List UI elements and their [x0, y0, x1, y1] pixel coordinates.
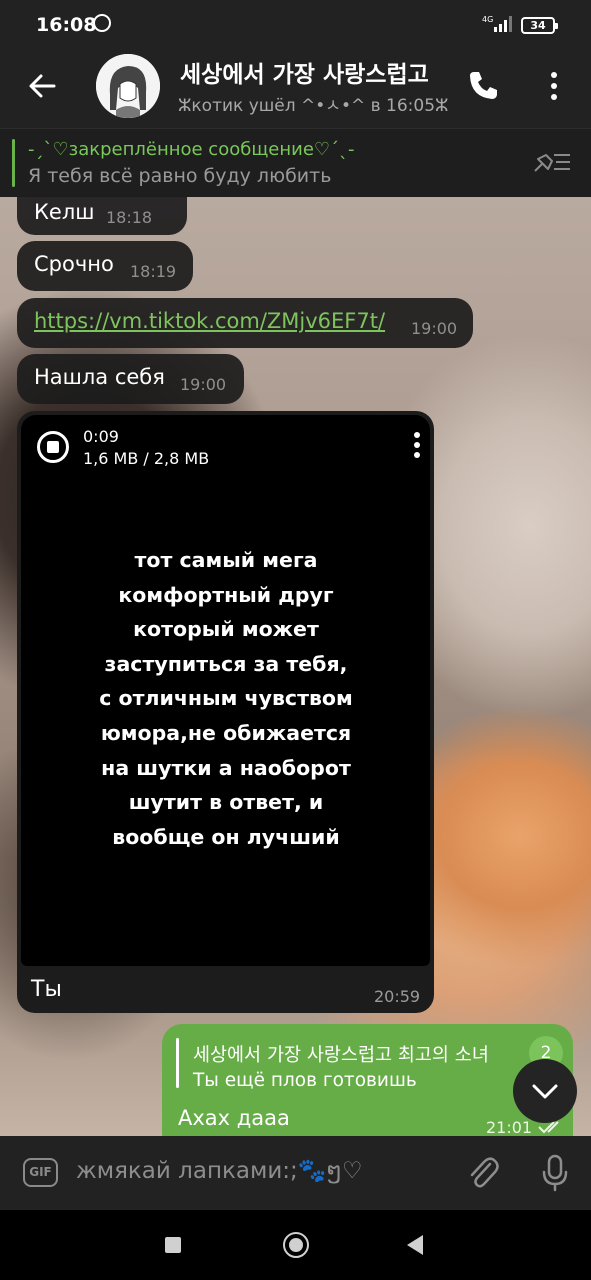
overlay-line: тот самый мега — [134, 548, 318, 572]
message-text: Срочно — [34, 252, 114, 276]
video-caption: Ты — [31, 977, 62, 1002]
message-bubble[interactable]: Нашла себя 19:00 — [17, 354, 244, 404]
message-time: 18:18 — [106, 208, 153, 227]
avatar-image — [96, 54, 160, 118]
microphone-icon[interactable] — [540, 1154, 570, 1192]
stop-icon[interactable] — [37, 431, 69, 463]
outgoing-message-bubble[interactable]: 세상에서 가장 사랑스럽고 최고의 소녀 Ты ещё плов готовиш… — [162, 1024, 573, 1154]
gif-emoji-button[interactable]: GIF — [23, 1158, 58, 1187]
pinned-message[interactable]: -ˏˋ♡закреплённое сообщение♡ˊˎ- Я тебя вс… — [0, 128, 591, 197]
more-vert-icon[interactable] — [542, 70, 566, 102]
chat-status: ⵣкотик ушёл ^•ㅅ•^ в 16:05ⵣ — [178, 96, 448, 116]
chat-header: 세상에서 가장 사랑스럽고 ⵣкотик ушёл ^•ㅅ•^ в 16:05ⵣ — [0, 52, 591, 128]
home-button[interactable] — [283, 1232, 309, 1258]
reply-accent-bar — [176, 1038, 179, 1088]
overlay-line: шутит в ответ, и — [128, 790, 324, 815]
network-type: 4G — [482, 15, 494, 24]
more-vert-icon[interactable] — [413, 431, 421, 459]
overlay-line: заступиться за тебя, — [104, 651, 348, 676]
message-text: Ахах дааа — [178, 1106, 290, 1130]
alarm-icon — [93, 14, 111, 32]
battery-icon: 34 — [521, 17, 558, 34]
video-duration: 0:09 — [83, 427, 119, 446]
overlay-line: который может — [133, 617, 319, 642]
reply-author[interactable]: 세상에서 가장 사랑스럽고 최고의 소녀 — [193, 1041, 538, 1067]
overlay-line: вообще он лучший — [112, 824, 340, 849]
message-text: Келш — [34, 200, 95, 224]
pinned-title: -ˏˋ♡закреплённое сообщение♡ˊˎ- — [28, 139, 355, 160]
scroll-down-button[interactable] — [513, 1059, 577, 1123]
message-text: Нашла себя — [34, 365, 165, 389]
recents-button[interactable] — [165, 1237, 181, 1253]
status-time: 16:08 — [36, 14, 97, 36]
video-download-size: 1,6 MB / 2,8 MB — [83, 449, 210, 468]
overlay-line: с отличным чувством — [99, 686, 353, 711]
message-time: 20:59 — [374, 987, 421, 1006]
system-nav-bar — [0, 1210, 591, 1280]
phone-icon[interactable] — [466, 68, 500, 102]
overlay-line: на шутки а наоборот — [101, 755, 351, 780]
video-overlay-text: тот самый мега комфортный друг который м… — [61, 543, 391, 854]
back-arrow-icon[interactable] — [26, 70, 58, 102]
overlay-line: юмора,не обижается — [100, 720, 352, 745]
message-time: 19:00 — [180, 375, 227, 394]
message-bubble[interactable]: https://vm.tiktok.com/ZMjv6EF7t/ 19:00 — [17, 298, 473, 348]
signal-icon — [494, 16, 512, 32]
message-time: 19:00 — [411, 319, 458, 338]
reply-text[interactable]: Ты ещё плов готовишь — [193, 1070, 417, 1091]
pinned-accent-bar — [12, 139, 15, 187]
message-bubble[interactable]: Срочно 18:19 — [17, 241, 193, 291]
chat-title[interactable]: 세상에서 가장 사랑스럽고 — [180, 55, 450, 89]
video-player[interactable]: 0:09 1,6 MB / 2,8 MB тот самый мега комф… — [21, 415, 430, 966]
message-input[interactable]: жмякай лапками:;🐾ໆ♡ — [76, 1157, 363, 1184]
paperclip-icon[interactable] — [466, 1154, 500, 1192]
video-message[interactable]: 0:09 1,6 MB / 2,8 MB тот самый мега комф… — [17, 411, 434, 1013]
pinned-text: Я тебя всё равно буду любить — [28, 165, 332, 187]
system-back-button[interactable] — [407, 1235, 423, 1255]
message-time: 18:19 — [130, 262, 177, 281]
pin-list-icon[interactable] — [532, 149, 572, 175]
message-bubble[interactable]: Келш 18:18 — [17, 196, 187, 235]
chevron-down-icon — [532, 1084, 558, 1099]
status-bar: 16:08 4G 34 — [0, 0, 591, 52]
overlay-line: комфортный друг — [118, 582, 334, 607]
avatar[interactable] — [96, 54, 160, 118]
message-link[interactable]: https://vm.tiktok.com/ZMjv6EF7t/ — [34, 309, 385, 333]
message-input-bar: GIF жмякай лапками:;🐾ໆ♡ — [0, 1136, 591, 1210]
